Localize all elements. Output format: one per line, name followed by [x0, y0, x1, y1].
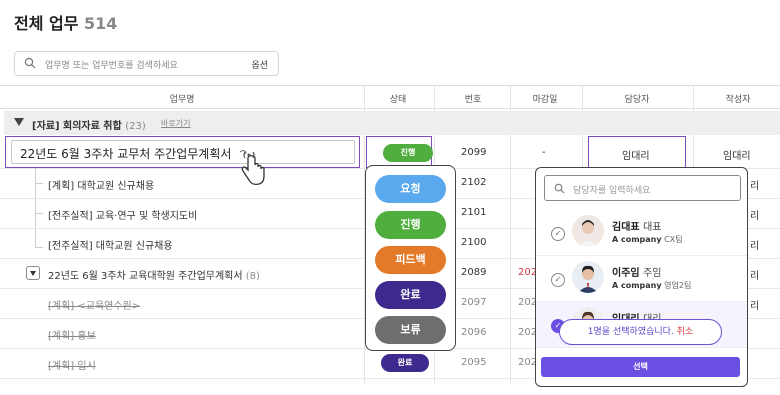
- task-total-count: 514: [84, 14, 118, 33]
- avatar: [572, 215, 604, 247]
- assignee-option[interactable]: ✓ 김대표 대표 A company CX팀: [536, 210, 747, 256]
- search-option-button[interactable]: 옵션: [251, 58, 268, 71]
- task-name[interactable]: 22년도 6월 3주차 교육대학원 주간업무계획서 (8): [48, 267, 260, 282]
- done-task-name[interactable]: [계획] <교육연수원>: [48, 297, 140, 312]
- chevron-down-icon: [30, 271, 36, 276]
- task-name-edit-field[interactable]: 22년도 6월 3주차 교무처 주간업무계획서: [11, 140, 355, 164]
- group-count: (23): [125, 121, 146, 132]
- task-author: 리: [750, 181, 760, 192]
- check-icon[interactable]: ✓: [551, 227, 565, 241]
- assignee-option[interactable]: ✓ 이주임 주임 A company 영업2팀: [536, 256, 747, 302]
- task-number: 2097: [461, 297, 487, 308]
- col-assignee[interactable]: 담당자: [625, 92, 650, 105]
- status-badge[interactable]: 완료: [381, 354, 429, 372]
- task-author: 리: [750, 271, 760, 282]
- col-status[interactable]: 상태: [390, 92, 407, 105]
- person-name: 김대표 대표: [612, 218, 662, 233]
- select-button[interactable]: 선택: [541, 357, 740, 377]
- person-org: A company CX팀: [612, 234, 683, 245]
- status-option-hold[interactable]: 보류: [375, 316, 446, 344]
- selection-toast: 1명을 선택하였습니다. 취소: [559, 319, 722, 345]
- status-option-progress[interactable]: 진행: [375, 211, 446, 239]
- task2-count: (8): [245, 271, 260, 282]
- person-team: CX팀: [664, 235, 683, 244]
- group-title: [자료] 회의자료 취합: [32, 121, 122, 132]
- person-rank: 주임: [643, 268, 662, 279]
- search-icon: [24, 57, 36, 69]
- group-shortcut-link[interactable]: 바로가기: [161, 118, 190, 129]
- task-number: 2096: [461, 327, 487, 338]
- status-dropdown: 요청 진행 피드백 완료 보류: [365, 165, 456, 351]
- person-team: 영업2팀: [664, 281, 692, 290]
- status-option-feedback[interactable]: 피드백: [375, 246, 446, 274]
- task-author: 리: [750, 211, 760, 222]
- group-label: [자료] 회의자료 취합 (23): [32, 117, 146, 132]
- done-task-name[interactable]: [계획] 홍보: [48, 327, 96, 342]
- person-company: A company: [612, 281, 662, 290]
- click-indicator-icon: [243, 151, 255, 159]
- toast-cancel-button[interactable]: 취소: [677, 327, 694, 337]
- assignee-picker: 담당자를 입력하세요 ✓ 김대표 대표 A company CX팀 ✓ 이주임 …: [535, 167, 748, 387]
- subtask-name[interactable]: [전주실적] 대학교원 신규채용: [48, 237, 173, 252]
- person-company: A company: [612, 235, 662, 244]
- page-title-text: 전체 업무: [14, 14, 79, 33]
- collapse-triangle-icon[interactable]: [14, 118, 24, 126]
- task-deadline: -: [542, 147, 546, 158]
- col-author[interactable]: 작성자: [726, 92, 751, 105]
- person-name: 이주임 주임: [612, 264, 662, 279]
- toast-message: 1명을 선택하였습니다.: [587, 327, 674, 337]
- person-name-text: 김대표: [612, 222, 640, 233]
- subtask-name[interactable]: [계획] 대학교원 신규채용: [48, 177, 154, 192]
- person-org: A company 영업2팀: [612, 280, 691, 291]
- task-number: 2099: [461, 147, 487, 158]
- task-search-input[interactable]: 업무명 또는 업무번호를 검색하세요 옵션: [14, 51, 279, 76]
- person-name-text: 이주임: [612, 268, 640, 279]
- assignee-search-input[interactable]: 담당자를 입력하세요: [544, 175, 741, 201]
- table-header: 업무명 상태 번호 마감일 담당자 작성자: [0, 85, 780, 109]
- status-badge[interactable]: 진행: [383, 144, 433, 162]
- done-task-name[interactable]: [계획] 입시: [48, 357, 96, 372]
- col-deadline[interactable]: 마감일: [533, 92, 558, 105]
- task2-title: 22년도 6월 3주차 교육대학원 주간업무계획서: [48, 271, 243, 282]
- task-number: 2089: [461, 267, 487, 278]
- person-rank: 대표: [643, 222, 662, 233]
- expand-toggle[interactable]: [26, 266, 40, 280]
- search-placeholder: 업무명 또는 업무번호를 검색하세요: [45, 61, 178, 71]
- search-icon: [554, 183, 565, 194]
- avatar: [572, 261, 604, 293]
- status-option-done[interactable]: 완료: [375, 281, 446, 309]
- task-author: 리: [750, 301, 760, 312]
- col-number[interactable]: 번호: [465, 92, 482, 105]
- group-row[interactable]: [자료] 회의자료 취합 (23) 바로가기: [4, 111, 780, 135]
- status-option-request[interactable]: 요청: [375, 175, 446, 203]
- task-number: 2100: [461, 237, 487, 248]
- task-author: 리: [750, 241, 760, 252]
- task-number: 2102: [461, 177, 487, 188]
- col-name[interactable]: 업무명: [170, 92, 195, 105]
- check-icon[interactable]: ✓: [551, 273, 565, 287]
- task-number: 2101: [461, 207, 487, 218]
- page-title: 전체 업무 514: [14, 10, 117, 34]
- subtask-name[interactable]: [전주실적] 교육·연구 및 학생지도비: [48, 207, 197, 222]
- task-assignee[interactable]: 임대리: [622, 147, 650, 162]
- assignee-search-placeholder: 담당자를 입력하세요: [573, 186, 651, 196]
- task-author: 임대리: [723, 151, 751, 162]
- task-number: 2095: [461, 357, 487, 368]
